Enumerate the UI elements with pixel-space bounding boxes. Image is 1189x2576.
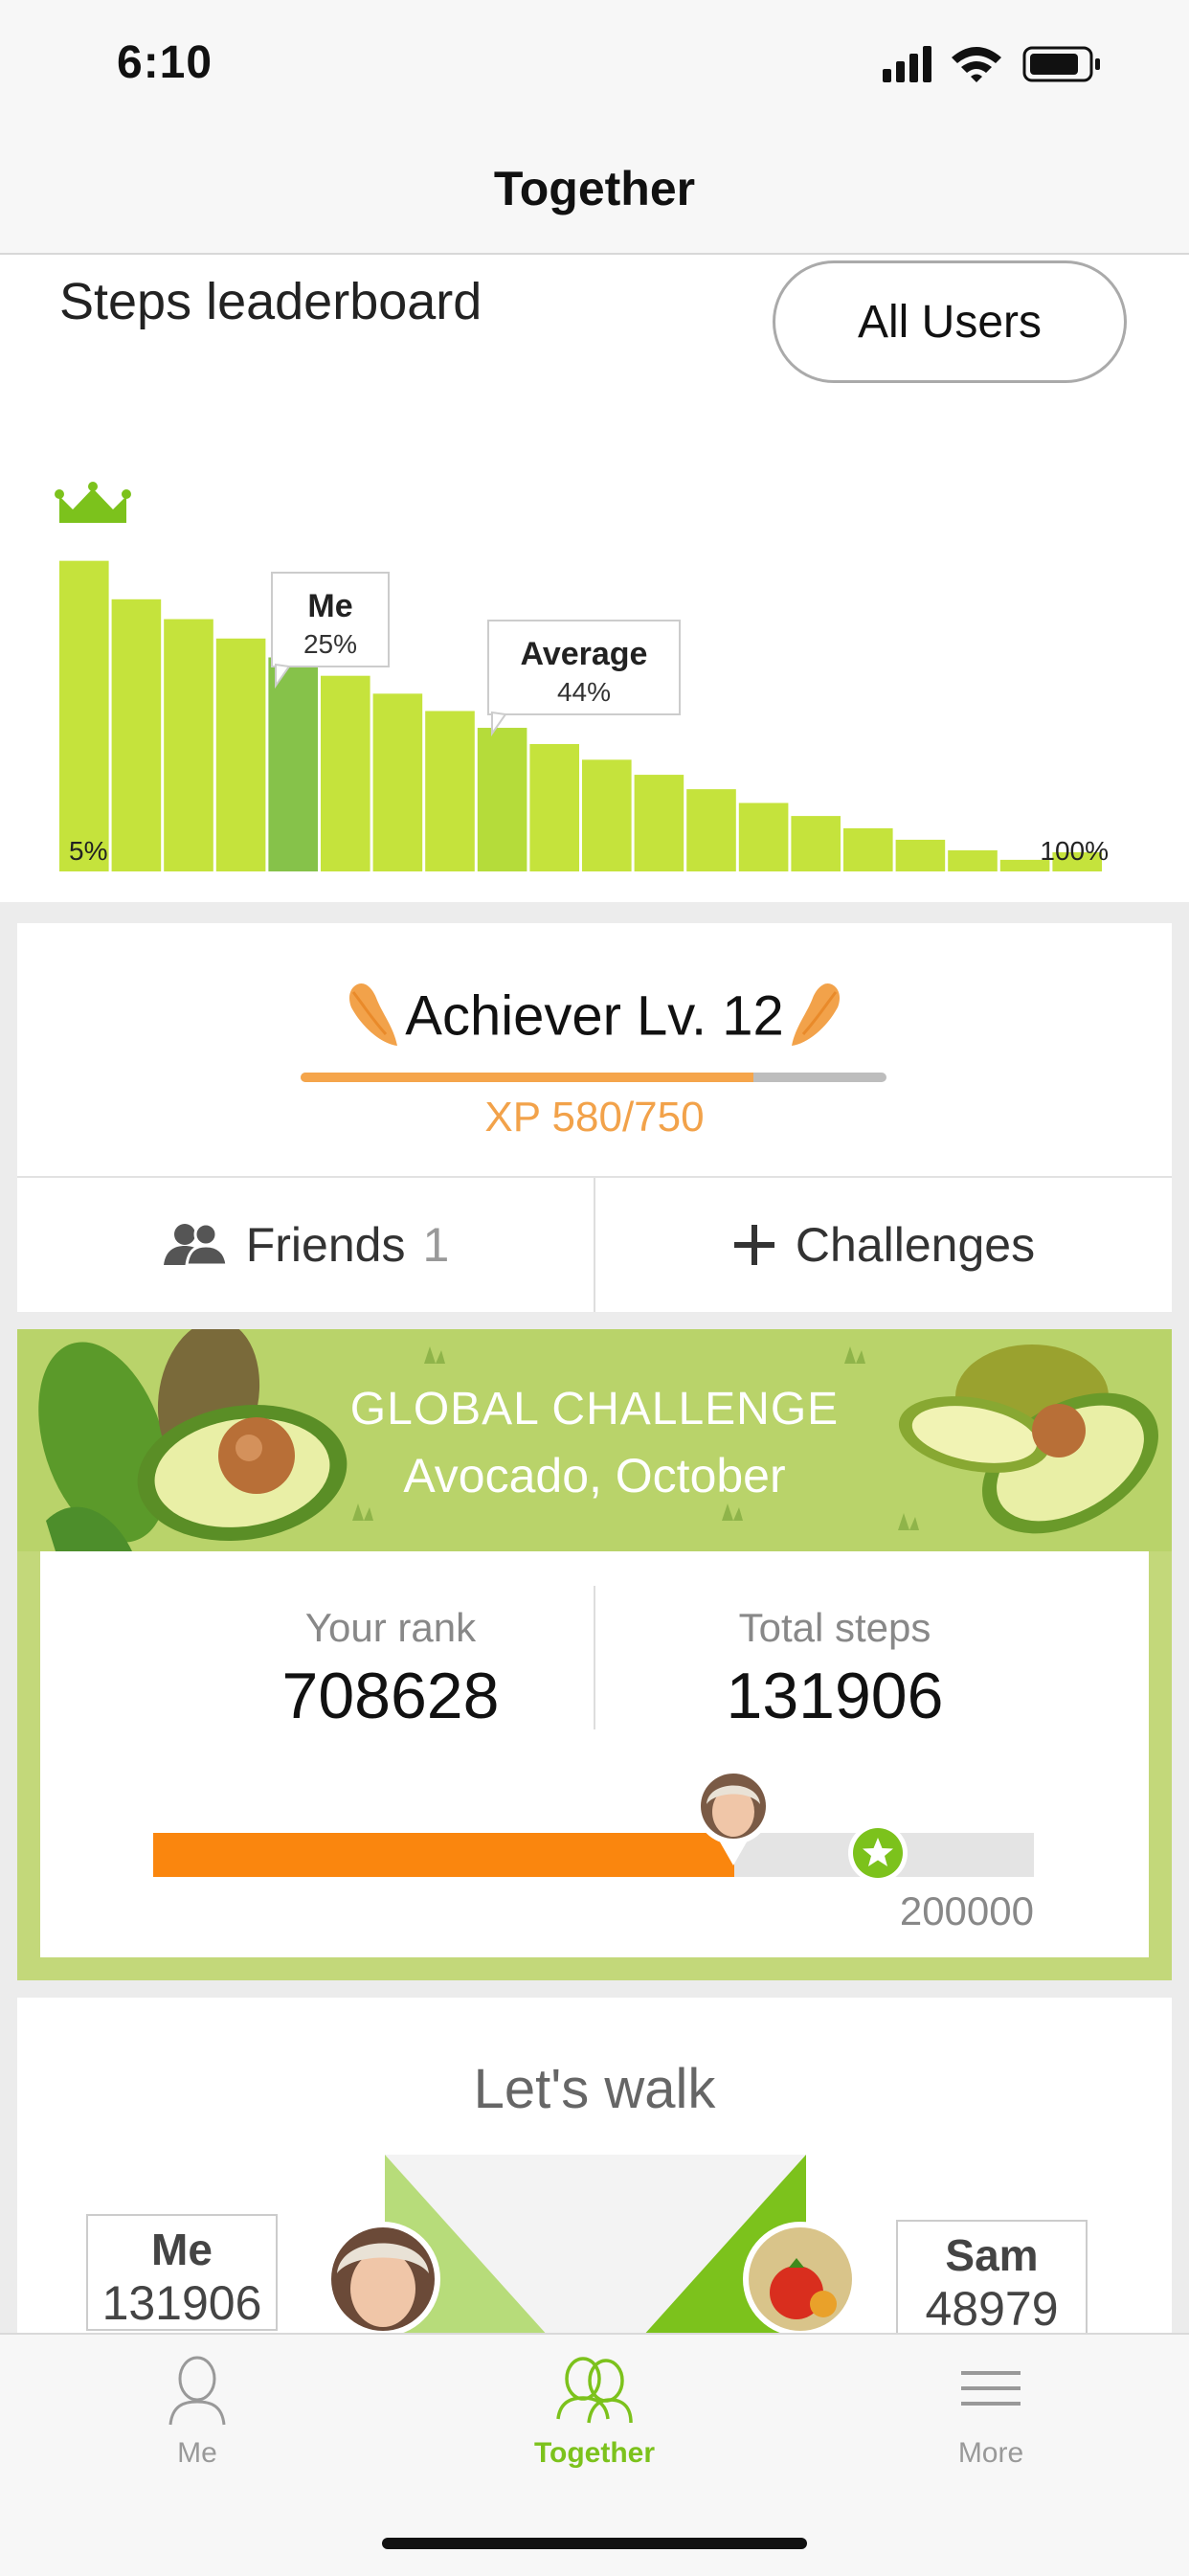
- leaderboard-bars: [59, 560, 1102, 871]
- xp-text: XP 580/750: [484, 1094, 705, 1141]
- person-icon: [168, 2356, 226, 2426]
- sam-steps-bubble: Sam 48979: [896, 2220, 1088, 2337]
- challenge-stats: Your rank 708628 Total steps 131906 2000…: [40, 1551, 1149, 1957]
- battery-icon: [1022, 46, 1100, 82]
- leaderboard-bar-me: [268, 657, 318, 871]
- challenges-label: Challenges: [795, 1218, 1036, 1272]
- axis-left-label: 5%: [69, 836, 107, 866]
- friends-button[interactable]: Friends 1: [17, 1178, 595, 1312]
- xp-progress-bar: [301, 1073, 886, 1082]
- me-steps-bubble: Me 131906: [86, 2214, 278, 2331]
- leaderboard-bar: [843, 827, 893, 871]
- walk-me-name: Me: [151, 2225, 213, 2274]
- leaderboard-bar: [111, 599, 162, 871]
- steps-leaderboard: Steps leaderboard All Users Me 25% Avera…: [0, 255, 1189, 902]
- total-steps-value: 131906: [726, 1660, 944, 1732]
- average-marker: Average 44%: [487, 620, 681, 737]
- signal-icon: [883, 46, 931, 82]
- challenges-button[interactable]: Challenges: [595, 1178, 1172, 1312]
- top-bar: 6:10 Together: [0, 0, 1189, 255]
- axis-right-label: 100%: [1040, 836, 1109, 866]
- average-label: Average: [521, 636, 648, 672]
- friends-label: Friends: [245, 1218, 406, 1272]
- tab-me-label: Me: [177, 2437, 217, 2469]
- wifi-icon: [952, 47, 1001, 82]
- menu-icon: [961, 2371, 1021, 2406]
- average-percent: 44%: [557, 677, 611, 707]
- tab-more[interactable]: More: [847, 2352, 1134, 2470]
- rank-label: Your rank: [304, 1605, 477, 1650]
- leaderboard-bar: [164, 619, 213, 871]
- left-wing-icon: [348, 983, 397, 1046]
- challenge-banner: [17, 1329, 1172, 1551]
- leaderboard-bar: [948, 849, 998, 871]
- tab-more-label: More: [957, 2437, 1024, 2469]
- leaderboard-title: Steps leaderboard: [59, 273, 482, 330]
- challenge-subtitle: Avocado, October: [403, 1449, 786, 1503]
- plus-icon: [733, 1225, 774, 1265]
- xp-progress-fill: [301, 1073, 754, 1082]
- leaderboard-bar: [59, 560, 109, 871]
- tab-together[interactable]: Together: [451, 2352, 738, 2470]
- leaderboard-bar: [372, 693, 423, 871]
- leaderboard-bar: [791, 816, 841, 871]
- leaderboard-bar: [321, 675, 370, 871]
- friends-icon: [163, 1222, 229, 1267]
- together-icon: [556, 2357, 633, 2424]
- achiever-level-title: Achiever Lv. 12: [405, 984, 784, 1048]
- tab-together-label: Together: [533, 2437, 656, 2469]
- walk-other-name: Sam: [945, 2230, 1039, 2280]
- stat-divider: [594, 1586, 595, 1729]
- leaderboard-chart: Me 25% Average 44% 5% 100%: [55, 482, 1109, 871]
- leaderboard-bar: [634, 775, 684, 871]
- leaderboard-bar: [686, 789, 736, 871]
- home-indicator: [382, 2538, 807, 2549]
- lets-walk-card[interactable]: Let's walk Me 131906 Sam 48979: [17, 1998, 1172, 2346]
- global-challenge-card[interactable]: GLOBAL CHALLENGE Avocado, October Your r…: [17, 1329, 1172, 1980]
- leaderboard-bar: [425, 711, 475, 871]
- walk-me-steps: 131906: [101, 2276, 262, 2330]
- walk-title: Let's walk: [473, 2058, 716, 2120]
- challenge-goal: 200000: [899, 1888, 1034, 1933]
- leaderboard-bar: [582, 759, 632, 871]
- right-wing-icon: [792, 983, 841, 1046]
- goal-star-icon: [848, 1823, 908, 1883]
- total-steps-label: Total steps: [738, 1605, 931, 1650]
- crown-icon: [59, 488, 126, 523]
- challenge-heading: GLOBAL CHALLENGE: [349, 1384, 840, 1435]
- page-title: Together: [493, 162, 696, 215]
- friends-count: 1: [422, 1218, 450, 1272]
- leaderboard-bar: [529, 743, 579, 871]
- leaderboard-bar-average: [477, 728, 527, 871]
- all-users-button[interactable]: All Users: [773, 260, 1127, 383]
- achiever-card: Achiever Lv. 12 XP 580/750: [17, 923, 1172, 1178]
- status-time: 6:10: [117, 37, 213, 88]
- leaderboard-bar: [895, 839, 946, 871]
- sam-avatar: [743, 2222, 858, 2337]
- me-percent: 25%: [303, 629, 357, 659]
- walk-other-steps: 48979: [925, 2282, 1059, 2336]
- me-label: Me: [307, 588, 352, 624]
- leaderboard-bar: [215, 638, 266, 871]
- rank-value: 708628: [281, 1660, 500, 1732]
- actions-row: Friends 1 Challenges: [17, 1178, 1172, 1312]
- leaderboard-bar: [738, 802, 789, 871]
- me-avatar: [325, 2222, 440, 2337]
- challenge-progress-fill: [153, 1833, 735, 1877]
- tab-me[interactable]: Me: [54, 2352, 341, 2470]
- my-avatar-marker: [695, 1768, 772, 1865]
- status-icons: [883, 46, 1100, 82]
